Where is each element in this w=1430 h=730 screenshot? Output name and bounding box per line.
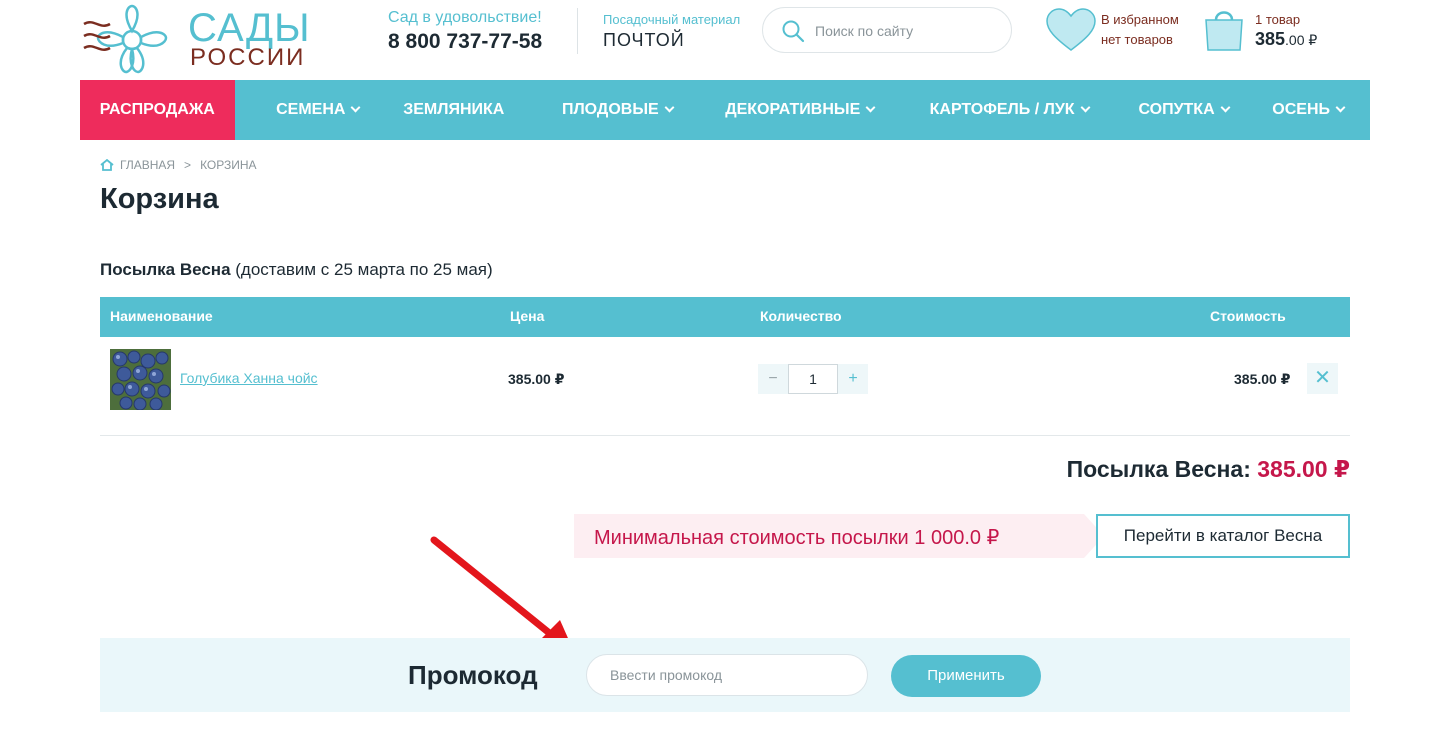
- chevron-down-icon: [865, 102, 876, 113]
- table-row: Голубика Ханна чойс 385.00 ₽ − 1 + 385.0…: [100, 337, 1350, 436]
- search-icon[interactable]: [781, 19, 805, 43]
- quantity-decrease-button[interactable]: −: [758, 364, 788, 394]
- nav-item-supplies[interactable]: СОПУТКА: [1121, 80, 1247, 140]
- col-quantity: Количество: [760, 308, 842, 324]
- search-box[interactable]: [762, 7, 1012, 53]
- nav-item-sale[interactable]: РАСПРОДАЖА: [80, 80, 235, 140]
- breadcrumb-current: КОРЗИНА: [200, 158, 257, 172]
- nav-label: КАРТОФЕЛЬ / ЛУК: [929, 101, 1075, 118]
- site-logo[interactable]: САДЫ РОССИИ: [82, 2, 312, 76]
- chevron-down-icon: [350, 102, 361, 113]
- nav-label: СЕМЕНА: [276, 101, 346, 118]
- nav-label: ПЛОДОВЫЕ: [561, 101, 659, 118]
- home-icon[interactable]: [100, 159, 114, 171]
- favorites-label: В избранном: [1101, 12, 1179, 27]
- nav-label: ЗЕМЛЯНИКА: [403, 101, 505, 118]
- quantity-increase-button[interactable]: +: [838, 364, 868, 394]
- parcel-subtotal: Посылка Весна: 385.00 ₽: [1067, 456, 1350, 483]
- min-order-notice: Минимальная стоимость посылки 1 000.0 ₽: [574, 514, 1104, 558]
- nav-item-decorative[interactable]: ДЕКОРАТИВНЫЕ: [702, 80, 897, 140]
- quantity-input[interactable]: 1: [788, 364, 838, 394]
- material-label: Посадочный материал: [603, 12, 741, 27]
- cart-table-header: Наименование Цена Количество Стоимость: [100, 297, 1350, 337]
- subtotal-label: Посылка Весна:: [1066, 456, 1251, 482]
- nav-label: ОСЕНЬ: [1272, 101, 1331, 118]
- product-name-link[interactable]: Голубика Ханна чойс: [180, 370, 318, 386]
- cart-total-cents: .00 ₽: [1285, 32, 1318, 48]
- product-cost: 385.00 ₽: [1234, 371, 1291, 387]
- go-to-catalog-button[interactable]: Перейти в каталог Весна: [1096, 514, 1350, 558]
- parcel-delivery: (доставим с 25 марта по 25 мая): [235, 260, 493, 279]
- col-name: Наименование: [110, 308, 213, 324]
- site-header: САДЫ РОССИИ Сад в удовольствие! 8 800 73…: [0, 0, 1430, 80]
- material-value: ПОЧТОЙ: [603, 30, 685, 50]
- parcel-heading: Посылка Весна (доставим с 25 марта по 25…: [100, 260, 493, 280]
- promo-section: Промокод Применить: [100, 638, 1350, 712]
- parcel-name: Посылка Весна: [100, 260, 231, 279]
- quantity-stepper: − 1 +: [758, 364, 868, 394]
- nav-item-strawberry[interactable]: ЗЕМЛЯНИКА: [379, 80, 529, 140]
- tagline: Сад в удовольствие!: [388, 9, 542, 26]
- chevron-down-icon: [664, 102, 675, 113]
- page-title: Корзина: [100, 183, 219, 215]
- product-thumbnail[interactable]: [110, 349, 171, 410]
- favorites-widget[interactable]: В избранном нет товаров: [1045, 6, 1195, 56]
- col-price: Цена: [510, 308, 545, 324]
- apply-promo-button[interactable]: Применить: [891, 655, 1041, 697]
- min-order-text: Минимальная стоимость посылки 1 000.0 ₽: [594, 527, 1000, 549]
- header-divider: [577, 8, 578, 54]
- chevron-down-icon: [1335, 102, 1346, 113]
- chevron-down-icon: [1080, 102, 1091, 113]
- breadcrumb: ГЛАВНАЯ > КОРЗИНА: [100, 158, 257, 172]
- blueberry-image: [110, 349, 171, 410]
- nav-item-seeds[interactable]: СЕМЕНА: [241, 80, 396, 140]
- search-input[interactable]: [815, 20, 995, 42]
- cart-total-main: 385: [1255, 29, 1286, 49]
- favorites-status: нет товаров: [1101, 32, 1173, 47]
- phone-number[interactable]: 8 800 737-77-58: [388, 30, 542, 54]
- product-price: 385.00 ₽: [508, 371, 565, 387]
- nav-label: РАСПРОДАЖА: [99, 101, 215, 118]
- logo-text-bottom: РОССИИ: [190, 44, 306, 71]
- cart-count: 1 товар: [1255, 12, 1301, 27]
- remove-item-button[interactable]: ✕: [1307, 363, 1338, 394]
- cart-total: 385.00 ₽: [1255, 29, 1317, 50]
- nav-label: ДЕКОРАТИВНЫЕ: [725, 101, 861, 118]
- main-nav: РАСПРОДАЖА СЕМЕНА ЗЕМЛЯНИКА ПЛОДОВЫЕ ДЕК…: [80, 80, 1370, 140]
- breadcrumb-separator: >: [184, 158, 192, 172]
- promo-label: Промокод: [408, 660, 538, 690]
- flower-logo-icon: [83, 4, 168, 74]
- chevron-down-icon: [1220, 102, 1231, 113]
- nav-item-potato-onion[interactable]: КАРТОФЕЛЬ / ЛУК: [897, 80, 1120, 140]
- promo-code-input[interactable]: [586, 654, 868, 696]
- nav-label: СОПУТКА: [1138, 101, 1215, 118]
- nav-item-autumn[interactable]: ОСЕНЬ: [1246, 80, 1370, 140]
- nav-item-fruit[interactable]: ПЛОДОВЫЕ: [533, 80, 702, 140]
- subtotal-amount: 385.00 ₽: [1257, 456, 1350, 482]
- breadcrumb-home[interactable]: ГЛАВНАЯ: [120, 158, 175, 172]
- heart-icon[interactable]: [1045, 8, 1097, 52]
- col-cost: Стоимость: [1210, 308, 1286, 324]
- cart-widget[interactable]: 1 товар 385.00 ₽: [1203, 6, 1343, 56]
- shopping-bag-icon[interactable]: [1203, 6, 1245, 52]
